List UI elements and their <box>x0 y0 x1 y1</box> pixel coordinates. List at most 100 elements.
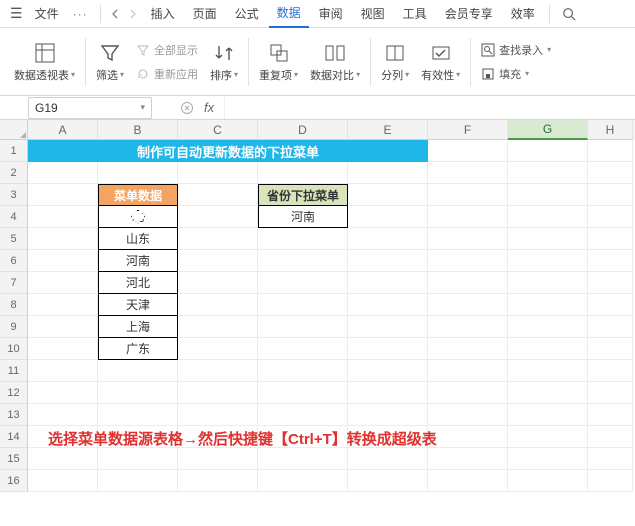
cell[interactable] <box>588 448 633 470</box>
cell[interactable] <box>588 470 633 492</box>
cell[interactable] <box>588 426 633 448</box>
cell[interactable] <box>178 316 258 338</box>
cell[interactable] <box>588 140 633 162</box>
cell[interactable] <box>428 294 508 316</box>
cell[interactable] <box>258 316 348 338</box>
cell[interactable] <box>28 184 98 206</box>
row-header[interactable]: 1 <box>0 140 28 162</box>
cell[interactable] <box>178 360 258 382</box>
cell[interactable] <box>588 272 633 294</box>
cell[interactable] <box>258 338 348 360</box>
cell[interactable] <box>508 338 588 360</box>
cell[interactable] <box>28 448 98 470</box>
cell[interactable] <box>428 184 508 206</box>
cell[interactable] <box>508 404 588 426</box>
cell[interactable] <box>178 250 258 272</box>
cell[interactable] <box>258 470 348 492</box>
cell[interactable] <box>348 162 428 184</box>
back-icon[interactable] <box>107 6 123 22</box>
row-header[interactable]: 13 <box>0 404 28 426</box>
row-header[interactable]: 9 <box>0 316 28 338</box>
tab-insert[interactable]: 插入 <box>143 1 183 27</box>
cell[interactable] <box>588 250 633 272</box>
cell[interactable] <box>28 206 98 228</box>
cell[interactable] <box>178 272 258 294</box>
cell[interactable] <box>428 250 508 272</box>
tab-page[interactable]: 页面 <box>185 1 225 27</box>
menu-data-cell[interactable]: 山东 <box>98 228 178 250</box>
tab-data[interactable]: 数据 <box>269 0 309 28</box>
cell[interactable] <box>348 206 428 228</box>
col-header-F[interactable]: F <box>428 120 508 140</box>
cell[interactable] <box>178 338 258 360</box>
menu-data-cell[interactable]: 河南 <box>98 250 178 272</box>
sort-button[interactable]: 排序▾ <box>204 34 244 90</box>
cell[interactable] <box>508 426 588 448</box>
filter-button[interactable]: 筛选▾ <box>90 34 130 90</box>
cell[interactable] <box>28 250 98 272</box>
cell[interactable] <box>508 162 588 184</box>
more-menu-icon[interactable]: ··· <box>67 5 94 23</box>
cell[interactable] <box>28 162 98 184</box>
cell[interactable] <box>178 470 258 492</box>
menu-data-cell[interactable]: 河北 <box>98 272 178 294</box>
chevron-down-icon[interactable]: ▾ <box>140 102 145 113</box>
cell[interactable] <box>428 404 508 426</box>
row-header[interactable]: 11 <box>0 360 28 382</box>
validity-button[interactable]: 有效性▾ <box>415 34 466 90</box>
tab-formula[interactable]: 公式 <box>227 1 267 27</box>
cell[interactable] <box>588 316 633 338</box>
pivot-table-button[interactable]: 数据透视表▾ <box>8 34 81 90</box>
cell[interactable] <box>28 404 98 426</box>
col-header-H[interactable]: H <box>588 120 633 140</box>
reapply-button[interactable]: 重新应用 <box>136 63 198 85</box>
select-all-corner[interactable] <box>0 120 28 140</box>
menu-data-header[interactable]: 菜单数据 <box>98 184 178 206</box>
fx-icon[interactable]: fx <box>204 100 214 115</box>
tab-view[interactable]: 视图 <box>353 1 393 27</box>
cell[interactable] <box>588 184 633 206</box>
cell[interactable] <box>588 294 633 316</box>
cell[interactable] <box>508 360 588 382</box>
cell[interactable] <box>258 228 348 250</box>
dropdown-value-cell[interactable]: 河南 <box>258 206 348 228</box>
menu-data-cell[interactable]: 上海 <box>98 316 178 338</box>
col-header-A[interactable]: A <box>28 120 98 140</box>
cell[interactable] <box>588 338 633 360</box>
cell[interactable] <box>508 228 588 250</box>
cell[interactable] <box>178 228 258 250</box>
cell[interactable] <box>258 272 348 294</box>
cell[interactable] <box>28 316 98 338</box>
cell[interactable] <box>588 404 633 426</box>
row-header[interactable]: 7 <box>0 272 28 294</box>
cell[interactable] <box>178 294 258 316</box>
cell[interactable] <box>258 448 348 470</box>
cell[interactable] <box>258 162 348 184</box>
col-header-C[interactable]: C <box>178 120 258 140</box>
fill-button[interactable]: 填充 ▾ <box>481 63 551 85</box>
tab-tools[interactable]: 工具 <box>395 1 435 27</box>
cell[interactable] <box>348 228 428 250</box>
row-header[interactable]: 16 <box>0 470 28 492</box>
cell[interactable] <box>508 448 588 470</box>
cell[interactable] <box>428 426 508 448</box>
cell[interactable] <box>98 360 178 382</box>
cell[interactable] <box>258 404 348 426</box>
cell[interactable] <box>508 206 588 228</box>
cell[interactable] <box>348 184 428 206</box>
cell[interactable] <box>508 316 588 338</box>
cell[interactable] <box>588 228 633 250</box>
row-header[interactable]: 12 <box>0 382 28 404</box>
cell[interactable] <box>178 404 258 426</box>
cell[interactable] <box>428 162 508 184</box>
menu-data-cell[interactable]: 广东 <box>98 338 178 360</box>
cell[interactable] <box>428 382 508 404</box>
cell[interactable] <box>258 382 348 404</box>
hamburger-icon[interactable]: ☰ <box>6 3 27 24</box>
cell[interactable] <box>258 360 348 382</box>
cell[interactable] <box>178 162 258 184</box>
cell[interactable] <box>98 448 178 470</box>
compare-button[interactable]: 数据对比▾ <box>304 34 366 90</box>
cell[interactable] <box>28 272 98 294</box>
forward-icon[interactable] <box>125 6 141 22</box>
